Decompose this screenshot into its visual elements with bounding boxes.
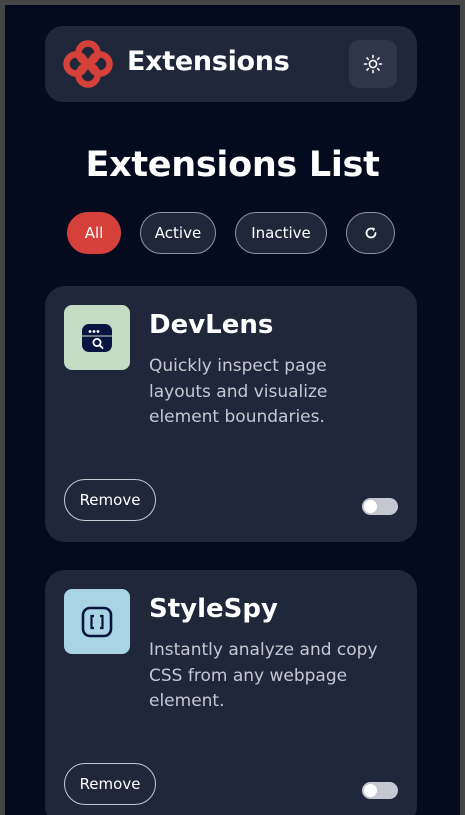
remove-button[interactable]: Remove	[64, 479, 156, 521]
theme-toggle-button[interactable]	[349, 40, 397, 88]
extension-card: StyleSpy Instantly analyze and copy CSS …	[45, 570, 417, 815]
filter-all-button[interactable]: All	[67, 212, 121, 254]
app-frame: Extensions Extensions List All Active In…	[5, 5, 460, 815]
brand-name: Extensions	[127, 46, 290, 77]
filter-all-label: All	[84, 224, 104, 242]
extension-description: Quickly inspect page layouts and visuali…	[149, 356, 328, 427]
logo-icon	[63, 40, 113, 88]
sun-icon	[363, 54, 383, 74]
filter-active-label: Active	[154, 224, 202, 242]
remove-button[interactable]: Remove	[64, 763, 156, 805]
extension-name: StyleSpy	[149, 594, 278, 624]
extension-toggle[interactable]	[362, 498, 398, 515]
filter-inactive-button[interactable]: Inactive	[235, 212, 327, 254]
app-header: Extensions	[45, 26, 417, 102]
brackets-icon	[81, 606, 113, 637]
remove-label: Remove	[79, 491, 141, 509]
remove-label: Remove	[79, 775, 141, 793]
extension-icon-tile	[64, 305, 130, 370]
page-title: Extensions List	[85, 145, 380, 185]
toggle-knob	[364, 784, 377, 797]
toggle-knob	[364, 500, 377, 513]
extension-icon-tile	[64, 589, 130, 654]
refresh-button[interactable]	[346, 212, 395, 254]
extension-card: DevLens Quickly inspect page layouts and…	[45, 286, 417, 542]
filter-inactive-label: Inactive	[251, 224, 311, 242]
extension-description: Instantly analyze and copy CSS from any …	[149, 640, 378, 711]
extension-toggle[interactable]	[362, 782, 398, 799]
refresh-icon	[365, 227, 376, 239]
browser-search-icon	[82, 323, 112, 352]
extension-name: DevLens	[149, 310, 274, 340]
filter-active-button[interactable]: Active	[140, 212, 216, 254]
